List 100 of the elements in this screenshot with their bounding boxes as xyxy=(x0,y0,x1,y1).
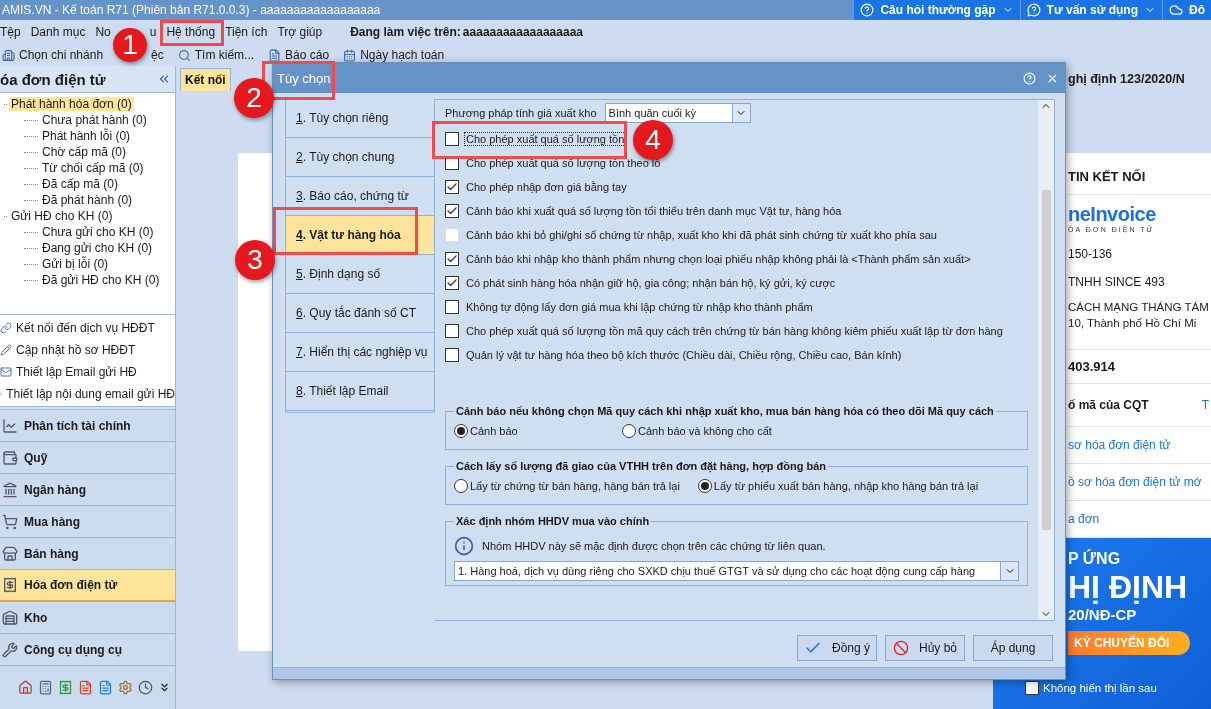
sidebar-link[interactable]: Thiết lập Email gửi HĐ xyxy=(0,361,175,383)
tree-item[interactable]: Phát hành lỗi (0) xyxy=(40,129,133,143)
chat-icon xyxy=(1026,3,1041,17)
menu-item[interactable]: Tiện ích xyxy=(225,25,268,39)
banner-text: 20/NĐ-CP xyxy=(1068,606,1138,624)
workspace-label: Đang làm việc trên: xyxy=(350,25,461,39)
tree-item[interactable]: Chưa phát hành (0) xyxy=(40,113,149,127)
options-nav-item[interactable]: 4. Vật tư hàng hóa xyxy=(286,216,434,255)
status-link[interactable]: T xyxy=(1201,398,1209,412)
workspace-name: aaaaaaaaaaaaaaaaaa xyxy=(462,25,583,39)
checkbox-label: Quản lý vật tư hàng hóa theo bộ kích thước (Chiều dài, Chiều rộng, Chiều cao, Bán kính) xyxy=(465,349,903,361)
receipt-icon[interactable] xyxy=(58,680,73,695)
document-icon[interactable] xyxy=(78,680,93,695)
document-icon[interactable] xyxy=(98,680,113,695)
warehouse-icon xyxy=(2,609,18,626)
checkbox[interactable] xyxy=(445,204,459,218)
module-button[interactable]: Ngân hàng xyxy=(0,474,175,506)
dialog-title: Tùy chọn xyxy=(277,70,331,86)
tree-item[interactable]: Đã phát hành (0) xyxy=(40,193,135,207)
menu-item[interactable]: Hệ thống xyxy=(166,25,216,39)
dialog-button[interactable]: Đồng ý xyxy=(797,635,877,661)
menu-item[interactable]: Tệp xyxy=(0,25,21,39)
checkbox[interactable] xyxy=(445,300,459,314)
checkbox[interactable] xyxy=(1025,681,1039,695)
radio-button[interactable] xyxy=(454,424,468,438)
amount-text: 403.914 xyxy=(1068,359,1116,374)
toolbar-button[interactable]: Báo cáo xyxy=(268,48,330,62)
tree-item[interactable]: Đã gửi HĐ cho KH (0) xyxy=(40,273,162,287)
field-label: Phương pháp tính giá xuất kho xyxy=(445,107,597,119)
radio-label: Lấy từ phiếu xuất bán hàng, nhập kho hàng bán trả lại xyxy=(713,480,979,492)
checkbox-label: Cho phép xuất quá số lượng tồn theo lô xyxy=(465,157,662,169)
module-button[interactable]: Phân tích tài chính xyxy=(0,410,175,442)
checkbox[interactable] xyxy=(445,324,459,338)
costing-method-select[interactable]: Bình quân cuối kỳ xyxy=(604,103,751,123)
section-title: TIN KẾT NỐI xyxy=(1068,169,1147,184)
toolbar-button[interactable]: Chọn chi nhánh xyxy=(2,48,104,62)
tree-item[interactable]: Chờ cấp mã (0) xyxy=(40,145,128,159)
module-button[interactable]: Bán hàng xyxy=(0,538,175,570)
panel-link[interactable]: a đơn xyxy=(1068,512,1211,526)
tree-item[interactable]: Từ chối cấp mã (0) xyxy=(40,161,146,175)
radio-button[interactable] xyxy=(697,479,712,493)
tree-item[interactable]: Gửi HĐ cho KH (0) xyxy=(9,209,115,223)
panel-link[interactable]: ồ sơ hóa đơn điện tử mớ xyxy=(1068,475,1211,489)
checkbox-label: Cho phép nhập đơn giá bằng tay xyxy=(465,181,628,193)
help-button[interactable]: Đô xyxy=(1162,0,1211,20)
goods-group-select[interactable]: 1. Hàng hoá, dịch vụ dùng riêng cho SXKD chịu thuế GTGT và sử dụng cho các hoạt động cung cấp hàng xyxy=(454,561,1019,581)
tree-item[interactable]: Đã cấp mã (0) xyxy=(40,177,121,191)
tab[interactable]: Kết nối xyxy=(180,68,231,91)
sidebar-title: óa đơn điện tử xyxy=(0,70,106,88)
sidebar-link[interactable]: Thiết lập nội dung email gửi HĐ xyxy=(0,383,175,405)
house-icon[interactable] xyxy=(18,680,33,695)
settings-icon[interactable] xyxy=(118,680,133,695)
toolbar-button[interactable]: Tìm kiếm... xyxy=(177,48,255,62)
window-title: AMIS.VN - Kế toán R71 (Phiên bản R71.0.0.3) - aaaaaaaaaaaaaaaaaa xyxy=(1,3,381,17)
more-icon[interactable] xyxy=(158,681,171,694)
tree-item[interactable]: Chưa gửi cho KH (0) xyxy=(40,225,156,239)
group-title: Xác định nhóm HHDV mua vào chính xyxy=(455,515,651,527)
tree-item[interactable]: Gửi bị lỗi (0) xyxy=(40,257,111,271)
radio-button[interactable] xyxy=(622,424,636,438)
help-button[interactable]: Câu hỏi thường gặp xyxy=(853,0,1020,20)
collapse-icon[interactable] xyxy=(157,72,171,86)
menu-item[interactable]: Danh mục xyxy=(30,25,86,39)
sidebar-link[interactable]: Kết nối đến dịch vụ HĐĐT xyxy=(0,317,175,339)
tree-item[interactable]: Phát hành hóa đơn (0) xyxy=(9,97,134,111)
toolbar-button[interactable]: Ngày hạch toán xyxy=(343,48,445,62)
checkbox[interactable] xyxy=(445,180,459,194)
clock-icon[interactable] xyxy=(138,680,153,695)
address-text: CÁCH MẠNG THÁNG TÁM xyxy=(1068,301,1210,313)
dialog-button[interactable]: Áp dụng xyxy=(973,635,1053,661)
help-button[interactable]: Tư vấn sử dụng xyxy=(1019,0,1162,20)
pencil-icon xyxy=(0,344,12,356)
checkbox[interactable] xyxy=(445,348,459,362)
checkbox[interactable] xyxy=(445,132,459,146)
group-title: Cách lấy số lượng đã giao của VTHH trên đơn đặt hàng, hợp đồng bán xyxy=(455,460,827,472)
module-button[interactable]: Quỹ xyxy=(0,442,175,474)
module-button[interactable]: Kho xyxy=(0,602,175,634)
calculator-icon[interactable] xyxy=(38,680,53,695)
radio-label: Cảnh báo xyxy=(470,425,518,437)
module-button[interactable]: Mua hàng xyxy=(0,506,175,538)
info-text: 150-136 xyxy=(1068,247,1114,261)
help-icon[interactable] xyxy=(1023,71,1036,85)
check-icon xyxy=(446,277,458,289)
toolbar-button[interactable]: ệc xyxy=(151,48,164,62)
checkbox-label: Cho phép xuất quá số lượng tồn mã quy cách trên chứng từ bán hàng không kiêm phiếu xuất lập từ đơn hàng xyxy=(465,325,1004,337)
module-button[interactable]: Hóa đơn điện tử xyxy=(0,570,175,602)
menu-item[interactable]: No xyxy=(95,25,111,39)
calendar-icon xyxy=(343,48,357,62)
sidebar-link[interactable]: Cập nhật hồ sơ HĐĐT xyxy=(0,339,175,361)
module-button[interactable]: Công cụ dụng cụ xyxy=(0,634,175,666)
tree-item[interactable]: Đang gửi cho KH (0) xyxy=(40,241,155,255)
check-icon xyxy=(446,253,458,265)
scrollbar[interactable] xyxy=(1038,100,1054,620)
checkbox[interactable] xyxy=(445,252,459,266)
checkbox[interactable] xyxy=(445,276,459,290)
panel-link[interactable]: sơ hóa đơn điện tử xyxy=(1068,438,1211,452)
menu-item[interactable]: Trợ giúp xyxy=(277,25,323,39)
menu-item[interactable]: u xyxy=(149,25,157,39)
dialog-button[interactable]: Hủy bỏ xyxy=(885,635,965,661)
radio-button[interactable] xyxy=(454,479,468,493)
help-icon xyxy=(860,3,875,17)
